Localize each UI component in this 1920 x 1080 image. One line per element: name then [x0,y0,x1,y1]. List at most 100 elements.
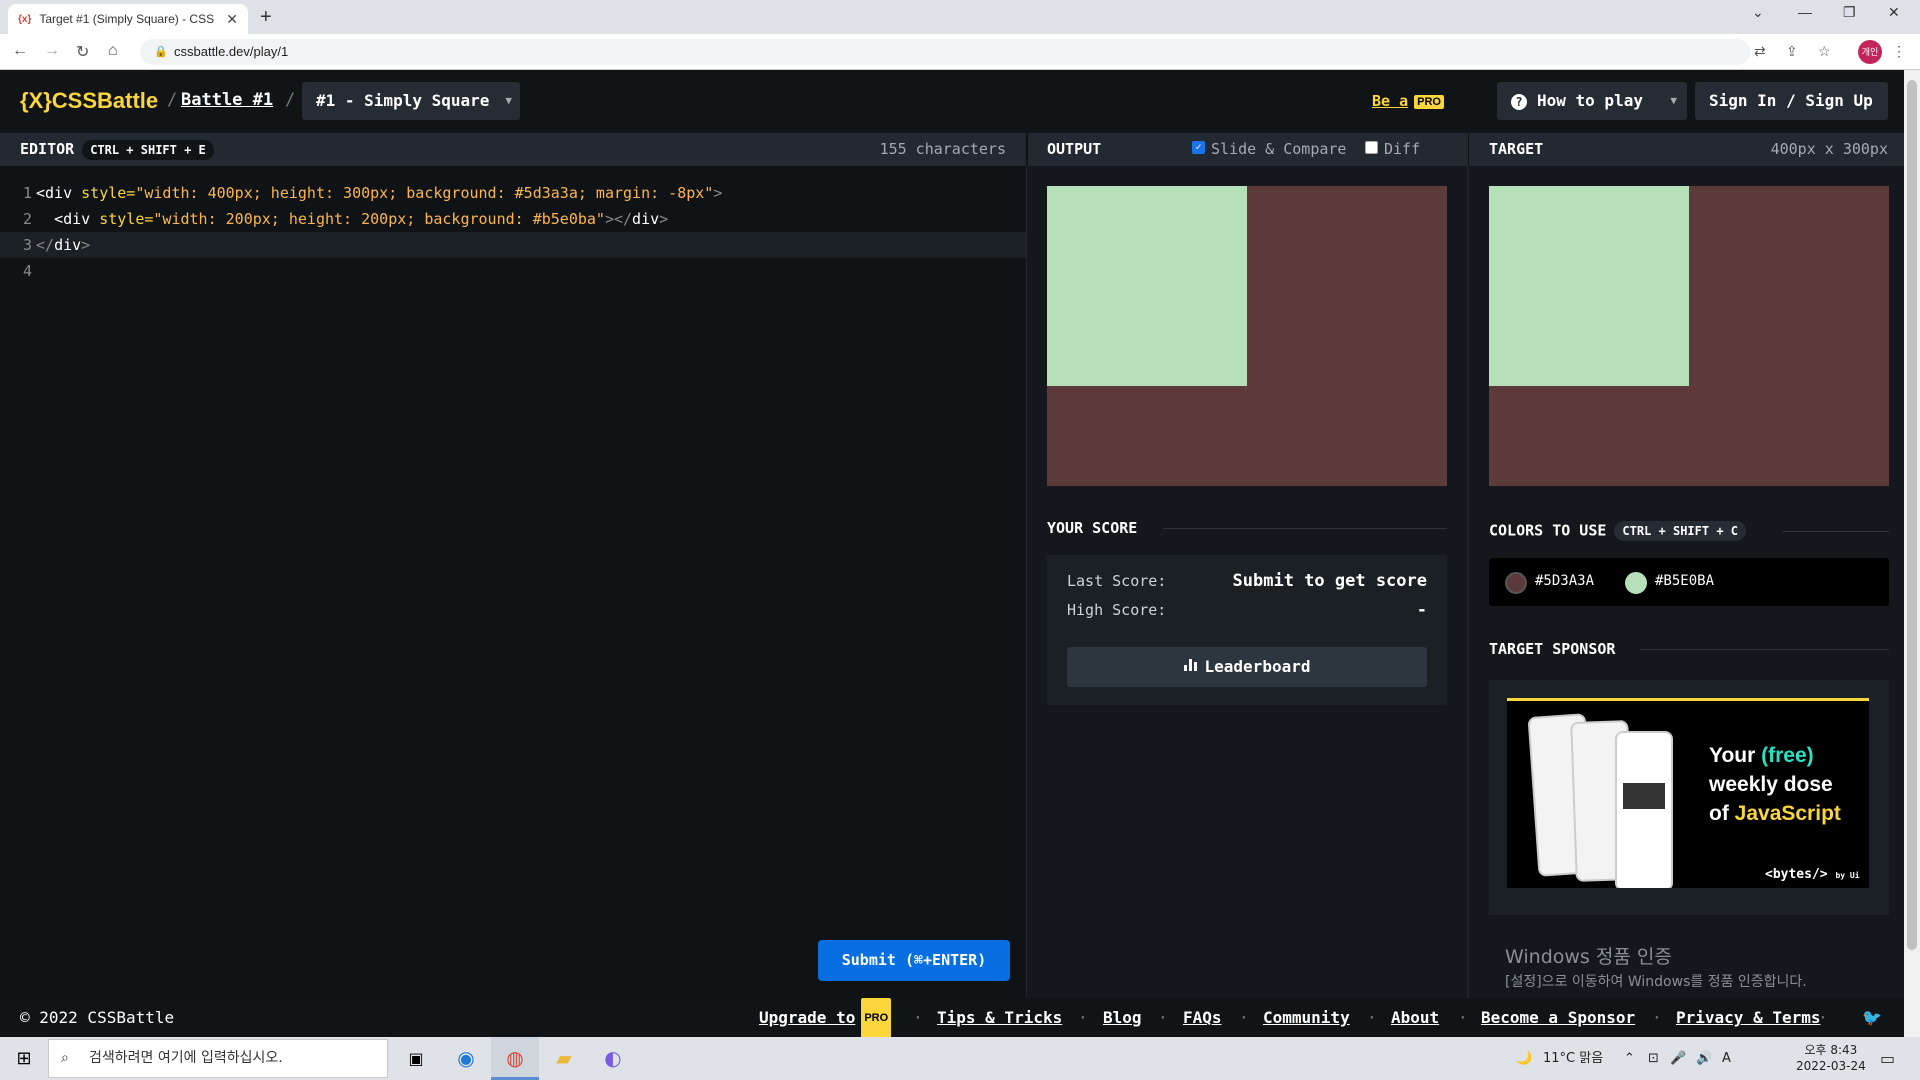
breadcrumb-battle[interactable]: Battle #1 [181,90,273,110]
colors-shortcut: CTRL + SHIFT + C [1614,521,1746,541]
editor-shortcut: CTRL + SHIFT + E [82,139,214,160]
bookmark-star-icon[interactable]: ☆ [1818,43,1831,60]
diff-toggle[interactable]: Diff [1351,133,1420,166]
output-header: OUTPUT ✓ Slide & Compare Diff [1028,133,1468,166]
sign-in-button[interactable]: Sign In / Sign Up [1695,82,1888,120]
edge-icon[interactable]: ◉ [442,1037,490,1080]
footer-link-community[interactable]: Community [1263,998,1350,1037]
color-swatch[interactable] [1505,572,1527,594]
footer-link-blog[interactable]: Blog [1103,998,1142,1037]
sponsor-card[interactable]: Your (free) weekly dose of JavaScript <b… [1489,680,1889,915]
be-a-pro-link[interactable]: Be a PRO [1372,92,1444,110]
colors-heading: COLORS TO USE CTRL + SHIFT + C [1489,521,1746,541]
address-bar[interactable]: 🔒 cssbattle.dev/play/1 [140,39,1750,65]
reload-icon[interactable]: ↻ [76,42,89,62]
code-line: 3 </div> [0,232,1026,258]
divider [1163,528,1447,529]
breadcrumb-separator: / [167,90,178,110]
color-hex[interactable]: #5D3A3A [1535,573,1594,589]
restore-icon[interactable]: ❐ [1843,4,1856,21]
pro-badge: PRO [1414,94,1444,109]
footer-link-sponsor[interactable]: Become a Sponsor [1481,998,1635,1037]
score-box: Last Score: Submit to get score High Sco… [1047,555,1447,705]
footer-link-tips[interactable]: Tips & Tricks [937,998,1062,1037]
chevron-down-icon: ▼ [505,94,512,107]
help-circle-icon: ? [1511,93,1527,110]
footer-link-privacy[interactable]: Privacy & Terms [1676,998,1821,1037]
volume-icon[interactable]: 🔊 [1696,1037,1712,1080]
close-window-icon[interactable]: ✕ [1888,4,1900,21]
tab-title: Target #1 (Simply Square) - CSS [39,12,215,26]
tray-chevron-icon[interactable]: ⌃ [1624,1037,1635,1080]
submit-button[interactable]: Submit (⌘+ENTER) [818,940,1010,981]
home-icon[interactable]: ⌂ [108,42,118,60]
target-header: TARGET 400px x 300px [1469,133,1904,166]
weather-text[interactable]: 11°C 맑음 [1543,1037,1603,1080]
clock[interactable]: 오후 8:43 2022-03-24 [1796,1042,1866,1074]
taskbar-search-placeholder: 검색하려면 여기에 입력하십시오. [89,1050,283,1066]
address-toolbar: ← → ↻ ⌂ 🔒 cssbattle.dev/play/1 ⇄ ⇪ ☆ 개인 … [0,34,1920,70]
color-swatch[interactable] [1625,572,1647,594]
task-view-icon[interactable]: ▣ [392,1037,440,1080]
microphone-icon[interactable]: 🎤 [1670,1037,1686,1080]
footer-link-about[interactable]: About [1391,998,1439,1037]
translate-icon[interactable]: ⇄ [1754,43,1766,60]
weather-icon[interactable]: 🌙 [1516,1037,1532,1080]
checkbox-icon[interactable]: ✓ [1192,141,1205,154]
sponsor-heading: TARGET SPONSOR [1489,640,1616,658]
how-to-play-button[interactable]: ? How to play ▼ [1497,82,1687,120]
code-line: 2 <div style="width: 200px; height: 200p… [22,210,669,228]
slide-compare-toggle[interactable]: ✓ Slide & Compare [1178,133,1346,166]
divider [1782,531,1889,532]
close-tab-icon[interactable]: ✕ [226,11,238,28]
browser-tab-strip: {x} Target #1 (Simply Square) - CSS ✕ + … [0,0,1920,34]
taskbar-search[interactable]: ⌕ 검색하려면 여기에 입력하십시오. [48,1039,388,1078]
editor-header: EDITOR CTRL + SHIFT + E 155 characters [0,133,1026,166]
last-score-value: Submit to get score [1232,571,1427,591]
code-editor[interactable]: 1 <div style="width: 400px; height: 300px… [0,166,1026,998]
forward-icon[interactable]: → [44,42,60,60]
output-preview[interactable] [1047,186,1447,486]
divider [1640,649,1889,650]
chevron-down-icon: ▼ [1670,94,1677,107]
editor-title: EDITOR [20,140,75,158]
code-line: 1 <div style="width: 400px; height: 300px… [22,184,723,202]
network-icon[interactable]: ⊡ [1648,1037,1659,1080]
target-size: 400px x 300px [1770,140,1888,158]
chrome-icon[interactable]: ◍ [491,1037,539,1080]
browser-tab[interactable]: {x} Target #1 (Simply Square) - CSS ✕ [8,4,248,34]
profile-avatar[interactable]: 개인 [1858,40,1882,64]
target-select-dropdown[interactable]: #1 - Simply Square ▼ [302,82,520,120]
favicon-icon: {x} [18,13,32,25]
windows-start-icon[interactable]: ⊞ [0,1037,48,1080]
share-icon[interactable]: ⇪ [1786,43,1798,60]
search-icon: ⌕ [61,1050,69,1066]
notifications-icon[interactable]: ▭ [1880,1037,1895,1080]
sponsor-ad-image[interactable]: Your (free) weekly dose of JavaScript <b… [1507,698,1869,888]
high-score-value: - [1416,600,1427,620]
sponsor-brand: <bytes/> by Ui [1765,867,1860,882]
output-square [1047,186,1247,386]
target-title: TARGET [1489,140,1544,158]
new-tab-icon[interactable]: + [260,6,272,29]
page-scrollbar[interactable] [1904,70,1920,1037]
tab-search-icon[interactable]: ⌄ [1752,4,1764,21]
windows-taskbar: ⊞ ⌕ 검색하려면 여기에 입력하십시오. ▣ ◉ ◍ ▰ ◐ 🌙 11°C 맑… [0,1037,1920,1080]
twitter-icon[interactable]: 🐦 [1862,998,1882,1037]
back-icon[interactable]: ← [12,42,28,60]
minimize-icon[interactable]: — [1798,4,1812,20]
leaderboard-button[interactable]: Leaderboard [1067,647,1427,687]
footer-link-faqs[interactable]: FAQs [1183,998,1222,1037]
target-preview [1489,186,1889,486]
ime-indicator[interactable]: A [1722,1037,1731,1080]
windows-activation-watermark: Windows 정품 인증 [설정]으로 이동하여 Windows를 정품 인증… [1505,942,1807,991]
color-hex[interactable]: #B5E0BA [1655,573,1714,589]
file-explorer-icon[interactable]: ▰ [540,1037,588,1080]
cssbattle-logo[interactable]: {X}CSSBattle [20,88,158,114]
checkbox-icon[interactable] [1365,141,1378,154]
target-select-label: #1 - Simply Square [316,91,490,110]
browser-menu-icon[interactable]: ⋮ [1892,43,1906,60]
app-icon[interactable]: ◐ [589,1037,637,1080]
url-text: cssbattle.dev/play/1 [174,44,289,59]
upgrade-link[interactable]: Upgrade to PRO [759,998,892,1039]
